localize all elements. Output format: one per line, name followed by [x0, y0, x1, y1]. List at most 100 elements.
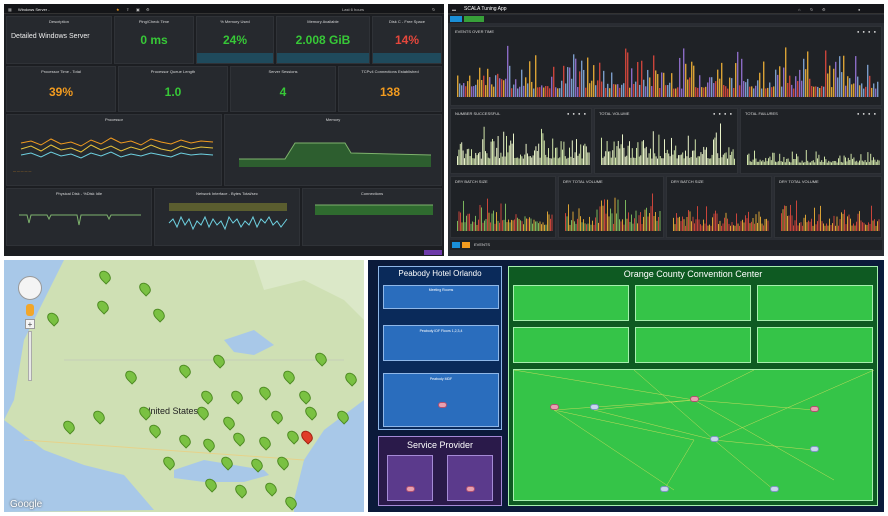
number-successful-chart: [457, 126, 590, 165]
events-toggle-2[interactable]: [462, 242, 470, 248]
bar-mark: [682, 216, 683, 231]
bar-mark: [690, 156, 692, 165]
home-icon[interactable]: ⌂: [798, 7, 800, 12]
bar-mark: [459, 143, 461, 165]
windows-dashboard-title[interactable]: Windows Server -: [18, 7, 50, 12]
bar-mark: [515, 214, 517, 231]
settings-icon[interactable]: ⚙: [146, 7, 150, 12]
bar-mark: [763, 225, 764, 231]
bar-mark: [689, 157, 691, 165]
bar-mark: [658, 134, 660, 165]
bar-mark: [569, 67, 571, 97]
occc-box-5: [635, 327, 751, 363]
bar-mark: [505, 78, 507, 97]
pegman-icon[interactable]: [26, 304, 34, 316]
save-icon[interactable]: ▣: [136, 7, 140, 12]
bar-mark: [802, 225, 803, 231]
bar-mark: [857, 76, 859, 97]
peabody-section: Peabody Hotel Orlando Meeting Rooms Peab…: [378, 266, 502, 430]
refresh-icon[interactable]: ↻: [432, 7, 435, 12]
refresh-icon[interactable]: ↻: [810, 7, 813, 12]
bar-mark: [866, 162, 867, 165]
bar-mark: [525, 143, 527, 165]
memory-available-spark: [277, 53, 369, 63]
bar-mark: [461, 222, 463, 231]
bar-mark: [745, 82, 747, 97]
bar-mark: [711, 154, 713, 165]
bar-mark: [815, 224, 817, 231]
bar-mark: [683, 48, 685, 97]
bar-mark: [663, 72, 665, 97]
bar-mark: [675, 88, 677, 97]
bar-mark: [812, 160, 814, 165]
occc-section: Orange County Convention Center: [508, 266, 878, 506]
tab-second[interactable]: [464, 16, 484, 22]
bar-mark: [473, 86, 475, 97]
bar-mark: [810, 162, 811, 165]
bar-mark: [583, 145, 584, 165]
bar-mark: [534, 150, 535, 165]
bar-mark: [739, 85, 741, 97]
bar-mark: [559, 88, 561, 97]
tab-active[interactable]: [450, 16, 462, 22]
bar-mark: [566, 216, 568, 231]
bar-mark: [580, 144, 582, 165]
map-zoom-control[interactable]: +: [18, 276, 42, 381]
bar-mark: [633, 83, 635, 97]
bar-mark: [620, 144, 622, 165]
bar-mark: [729, 154, 731, 165]
bar-mark: [514, 219, 515, 231]
bar-mark: [524, 154, 526, 165]
number-successful-panel: NUMBER SUCCESSFUL ● ● ● ●: [450, 108, 592, 174]
bar-mark: [584, 223, 586, 231]
bar-mark: [597, 80, 599, 97]
bar-mark: [725, 152, 727, 165]
bar-mark: [811, 86, 813, 97]
settings-icon[interactable]: ⚙: [822, 7, 826, 12]
bar-mark: [800, 162, 802, 165]
bar-mark: [519, 86, 521, 97]
user-icon[interactable]: ●: [858, 7, 860, 12]
grid-icon[interactable]: ▦: [8, 7, 12, 12]
bar-mark: [850, 218, 851, 231]
bar-mark: [787, 158, 789, 165]
bar-mark: [613, 141, 615, 165]
zoom-slider[interactable]: [28, 331, 32, 381]
bar-mark: [595, 217, 596, 231]
bar-mark: [607, 199, 608, 231]
bar-mark: [815, 151, 817, 165]
bar-mark: [783, 156, 785, 165]
bar-mark: [703, 87, 705, 97]
bar-mark: [650, 206, 652, 231]
bar-mark: [873, 157, 874, 165]
bar-mark: [790, 162, 792, 165]
bar-mark: [859, 211, 860, 231]
pan-control[interactable]: [18, 276, 42, 300]
bar-mark: [587, 152, 589, 165]
bar-mark: [824, 225, 826, 231]
bar-mark: [809, 78, 811, 97]
bar-mark: [833, 215, 835, 231]
bar-mark: [532, 155, 534, 165]
bar-mark: [687, 135, 689, 165]
bar-mark: [836, 216, 838, 231]
bar-mark: [479, 152, 481, 165]
events-toggle[interactable]: [452, 242, 460, 248]
bar-mark: [584, 143, 586, 165]
bar-mark: [807, 51, 809, 97]
bar-mark: [706, 147, 707, 165]
bar-mark: [754, 150, 755, 165]
bar-mark: [552, 138, 554, 165]
map-view[interactable]: + United States Google: [4, 260, 364, 512]
bar-mark: [469, 213, 470, 231]
bar-mark: [728, 147, 730, 165]
bar-mark: [743, 222, 745, 231]
idf-floors-label: Peabody IDF Floors 1,2,3,4: [419, 329, 463, 333]
time-range[interactable]: Last 6 hours: [342, 7, 364, 12]
bar-mark: [598, 222, 599, 231]
zoom-in-button[interactable]: +: [25, 319, 35, 329]
star-icon[interactable]: ★: [116, 7, 120, 12]
bar-mark: [807, 160, 809, 165]
bar-mark: [669, 156, 671, 165]
share-icon[interactable]: ⇪: [126, 7, 129, 12]
